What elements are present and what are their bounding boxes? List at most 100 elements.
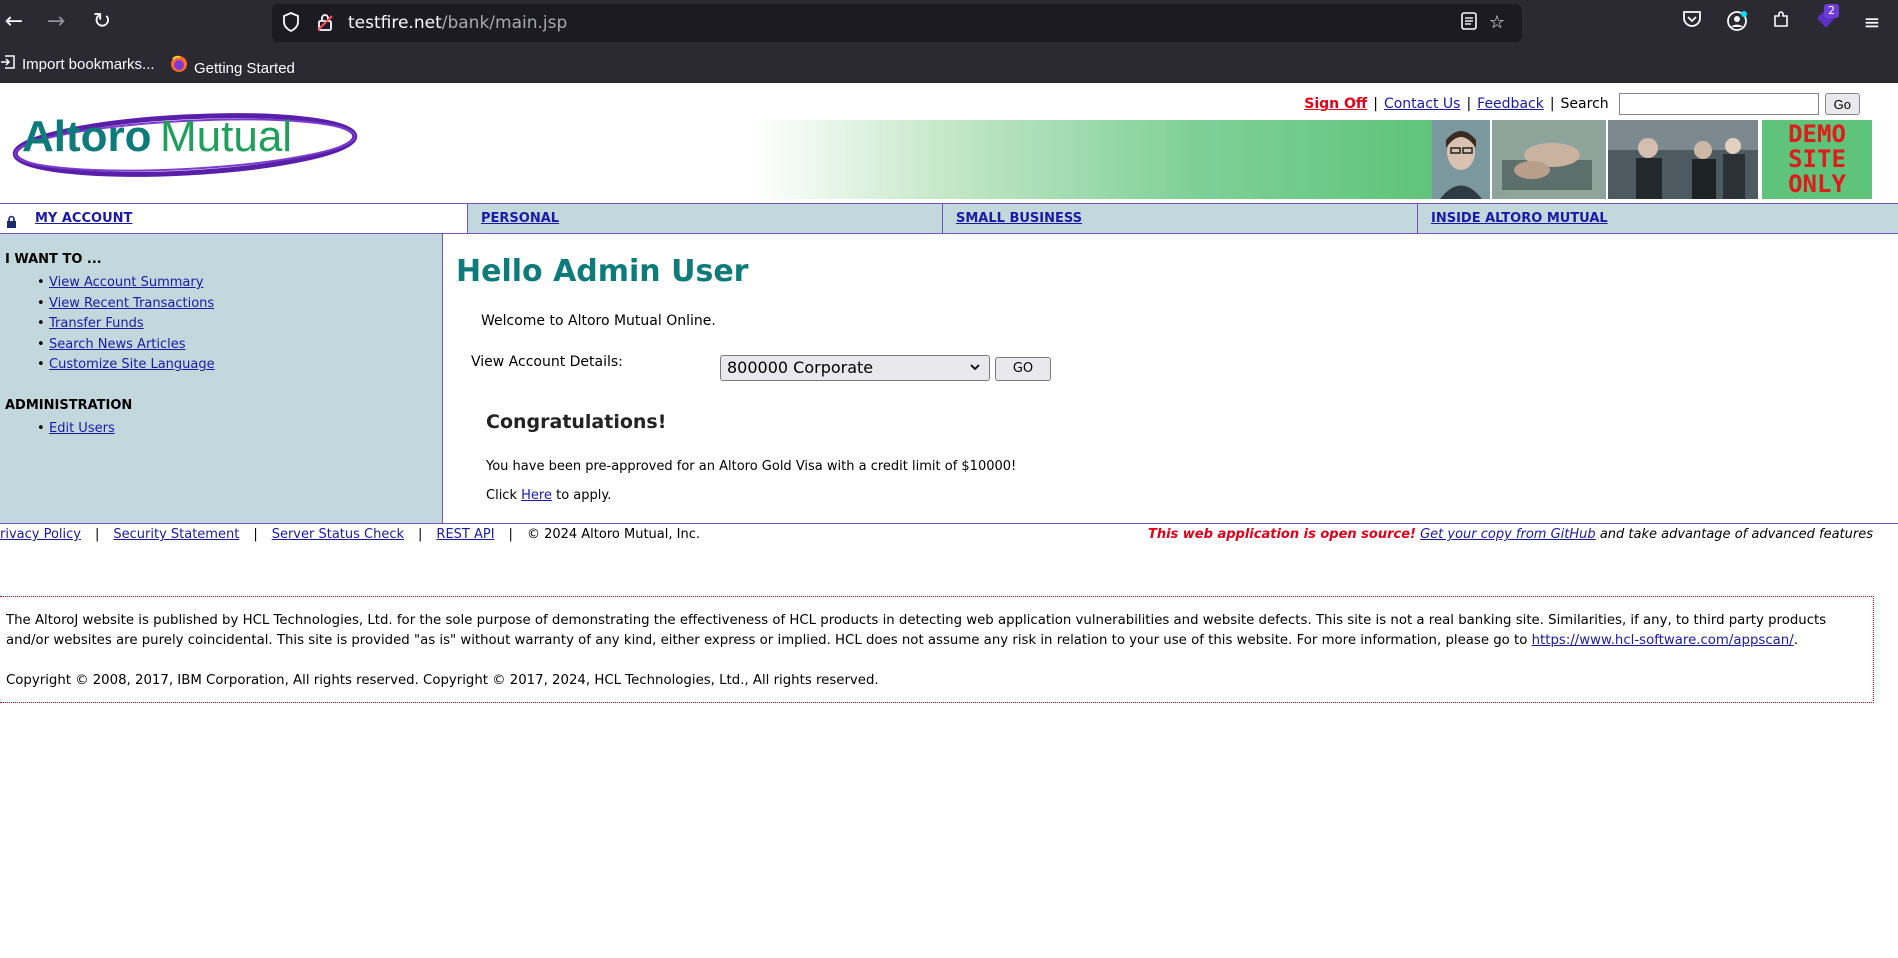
- logo-text-mutual: Mutual: [160, 112, 292, 161]
- browser-chrome: ← → ↻ testfire.net/bank/main.jsp ☆ 2 ≡ I…: [0, 0, 1898, 83]
- demo-line-1: DEMO: [1788, 120, 1846, 148]
- extension-badge-count: 2: [1824, 4, 1839, 18]
- bookmark-getting-started[interactable]: Getting Started: [170, 55, 295, 77]
- privacy-policy-link[interactable]: rivacy Policy: [0, 527, 81, 542]
- main-content: Hello Admin User Welcome to Altoro Mutua…: [456, 234, 1896, 524]
- welcome-text: Welcome to Altoro Mutual Online.: [481, 313, 716, 329]
- pocket-icon[interactable]: [1680, 10, 1704, 34]
- sidebar-item-view-account-summary: View Account Summary: [37, 273, 442, 294]
- tab-inside-altoro-mutual[interactable]: INSIDE ALTORO MUTUAL: [1417, 204, 1898, 233]
- shield-icon[interactable]: [280, 12, 302, 34]
- import-icon: [0, 55, 16, 73]
- url-host: testfire.net: [348, 13, 442, 33]
- lock-insecure-icon[interactable]: [314, 12, 336, 34]
- tab-personal-label[interactable]: PERSONAL: [481, 211, 559, 226]
- tab-small-business-label[interactable]: SMALL BUSINESS: [956, 211, 1082, 226]
- bookmarks-toolbar: Import bookmarks... Getting Started: [0, 50, 1898, 80]
- account-select[interactable]: 800000 Corporate: [720, 355, 990, 381]
- padlock-icon: [6, 211, 17, 228]
- bookmark-import[interactable]: Import bookmarks...: [0, 55, 155, 73]
- apply-prefix: Click: [486, 488, 517, 503]
- star-icon[interactable]: ☆: [1486, 12, 1508, 34]
- separator: |: [253, 527, 258, 542]
- search-input[interactable]: [1618, 93, 1819, 115]
- tab-inside-altoro-mutual-label[interactable]: INSIDE ALTORO MUTUAL: [1431, 211, 1608, 226]
- separator: |: [1373, 96, 1378, 112]
- bookmark-getting-started-label: Getting Started: [194, 60, 295, 77]
- rest-api-link[interactable]: REST API: [436, 527, 494, 542]
- banner-photo-woman: [1432, 120, 1490, 199]
- hcl-appscan-link[interactable]: https://www.hcl-software.com/appscan/: [1532, 633, 1794, 648]
- view-account-label: View Account Details:: [471, 354, 623, 370]
- tab-my-account-label[interactable]: MY ACCOUNT: [35, 211, 132, 226]
- separator: |: [508, 527, 513, 542]
- tab-my-account[interactable]: MY ACCOUNT: [0, 204, 467, 233]
- url-bar[interactable]: testfire.net/bank/main.jsp ☆: [272, 4, 1522, 42]
- top-links: Sign Off | Contact Us | Feedback | Searc…: [1304, 93, 1860, 115]
- sidebar-link-view-recent-transactions[interactable]: View Recent Transactions: [49, 296, 214, 311]
- separator: |: [1549, 96, 1555, 112]
- open-source-text: This web application is open source!: [1147, 527, 1416, 542]
- admin-list: Edit Users: [37, 419, 442, 440]
- congratulations-heading: Congratulations!: [486, 411, 667, 433]
- forward-icon[interactable]: →: [42, 8, 70, 36]
- open-source-notice: This web application is open source! Get…: [1148, 527, 1873, 542]
- altoro-mutual-logo[interactable]: Altoro Mutual: [10, 107, 360, 177]
- web-page: Sign Off | Contact Us | Feedback | Searc…: [0, 83, 1898, 958]
- url-text[interactable]: testfire.net/bank/main.jsp: [348, 13, 567, 33]
- logo-text-altoro: Altoro: [22, 112, 152, 161]
- demo-line-2: SITE: [1788, 145, 1846, 173]
- search-go-button[interactable]: Go: [1824, 93, 1860, 115]
- sidebar-link-transfer-funds[interactable]: Transfer Funds: [49, 316, 144, 331]
- server-status-link[interactable]: Server Status Check: [272, 527, 404, 542]
- sidebar-link-search-news-articles[interactable]: Search News Articles: [49, 337, 186, 352]
- disclaimer-text: The AltoroJ website is published by HCL …: [6, 613, 1827, 648]
- demo-site-only-badge: DEMO SITE ONLY: [1762, 120, 1872, 199]
- browser-toolbar: ← → ↻ testfire.net/bank/main.jsp ☆ 2 ≡: [0, 0, 1898, 44]
- main-nav-tabs: MY ACCOUNT PERSONAL SMALL BUSINESS INSID…: [0, 203, 1898, 234]
- header-banner: DEMO SITE ONLY: [752, 120, 1872, 199]
- sidebar-list: View Account Summary View Recent Transac…: [37, 273, 442, 376]
- sidebar-link-view-account-summary[interactable]: View Account Summary: [49, 275, 203, 290]
- github-link[interactable]: Get your copy from GitHub: [1420, 527, 1596, 542]
- demo-line-3: ONLY: [1788, 170, 1846, 198]
- sidebar-item-view-recent-transactions: View Recent Transactions: [37, 294, 442, 315]
- sidebar-heading: I WANT TO ...: [5, 252, 102, 267]
- sidebar: I WANT TO ... View Account Summary View …: [0, 234, 443, 524]
- chevron-down-icon: [969, 356, 981, 388]
- view-account-go-button[interactable]: GO: [995, 357, 1051, 381]
- apply-suffix: to apply.: [556, 488, 612, 503]
- advantage-text: and take advantage of advanced features: [1599, 527, 1873, 542]
- banner-photo-hands: [1492, 120, 1606, 199]
- feedback-link[interactable]: Feedback: [1477, 96, 1544, 112]
- separator: |: [94, 527, 100, 542]
- bookmark-import-label: Import bookmarks...: [22, 56, 155, 73]
- sidebar-link-edit-users[interactable]: Edit Users: [49, 421, 115, 436]
- separator: |: [1466, 96, 1472, 112]
- back-icon[interactable]: ←: [0, 8, 28, 36]
- sidebar-item-search-news-articles: Search News Articles: [37, 335, 442, 356]
- menu-icon[interactable]: ≡: [1860, 10, 1884, 34]
- firefox-icon: [170, 55, 188, 77]
- tab-personal[interactable]: PERSONAL: [467, 204, 942, 233]
- sidebar-item-transfer-funds: Transfer Funds: [37, 314, 442, 335]
- contact-us-link[interactable]: Contact Us: [1384, 96, 1460, 112]
- reader-view-icon[interactable]: [1458, 12, 1480, 34]
- account-select-value: 800000 Corporate: [727, 358, 874, 377]
- banner-gradient: [752, 120, 1432, 199]
- apply-text: Click Here to apply.: [486, 488, 611, 503]
- sidebar-item-customize-site-language: Customize Site Language: [37, 355, 442, 376]
- security-statement-link[interactable]: Security Statement: [113, 527, 239, 542]
- sign-off-link[interactable]: Sign Off: [1304, 96, 1367, 112]
- apply-here-link[interactable]: Here: [521, 488, 552, 503]
- sidebar-link-customize-site-language[interactable]: Customize Site Language: [49, 357, 215, 372]
- disclaimer-copyright: Copyright © 2008, 2017, IBM Corporation,…: [6, 673, 879, 688]
- banner-photo-office: [1608, 120, 1758, 199]
- extensions-icon[interactable]: [1769, 10, 1793, 34]
- tab-small-business[interactable]: SMALL BUSINESS: [942, 204, 1417, 233]
- reload-icon[interactable]: ↻: [88, 8, 116, 36]
- preapproved-text: You have been pre-approved for an Altoro…: [486, 459, 1017, 474]
- search-label: Search: [1560, 96, 1609, 112]
- disclaimer-box: The AltoroJ website is published by HCL …: [0, 596, 1874, 703]
- account-icon[interactable]: [1725, 10, 1749, 34]
